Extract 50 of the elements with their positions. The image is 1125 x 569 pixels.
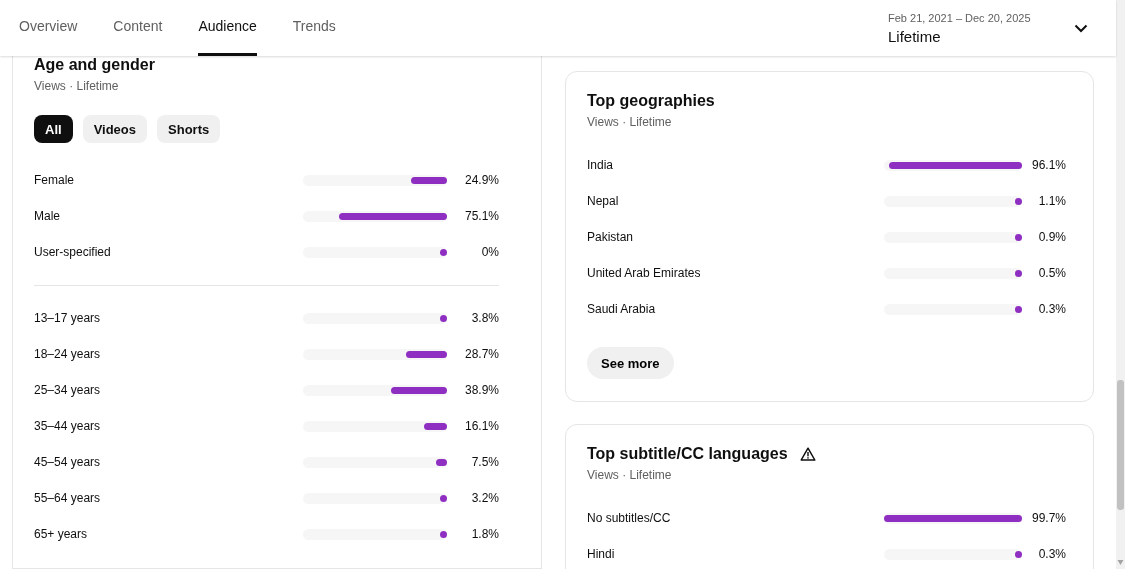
row-label: 35–44 years [34,419,102,433]
row-label: United Arab Emirates [587,266,702,280]
percentage-value: 7.5% [470,455,499,469]
row-label: Male [34,209,61,223]
percentage-value: 3.8% [470,311,499,325]
row-label: Pakistan [587,230,635,244]
percentage-value: 0.3% [1037,547,1066,561]
card-title: Top geographies [587,92,715,110]
filter-chip[interactable]: Videos [82,115,147,143]
filter-chip[interactable]: All [34,115,73,143]
card-subtitle: Views · Lifetime [34,79,120,93]
row-label: India [587,158,615,172]
nav-tab[interactable]: Content [113,0,163,56]
percentage-value: 96.1% [1030,158,1066,172]
percentage-value: 24.9% [463,173,499,187]
card-title: Age and gender [34,56,155,74]
row-label: 18–24 years [34,347,102,361]
nav-tab[interactable]: Overview [19,0,78,56]
chevron-down-icon [1074,23,1088,33]
percentage-value: 1.8% [470,527,499,541]
row-label: 45–54 years [34,455,102,469]
nav-tab[interactable]: Trends [292,0,336,56]
percentage-value: 0.9% [1037,230,1066,244]
row-label: No subtitles/CC [587,511,672,525]
percentage-value: 75.1% [463,209,499,223]
row-label: 65+ years [34,527,89,541]
percentage-value: 0.5% [1037,266,1066,280]
row-label: Hindi [587,547,616,561]
percentage-value: 0% [480,245,499,259]
percentage-value: 3.2% [470,491,499,505]
percentage-value: 0.3% [1037,302,1066,316]
row-label: User-specified [34,245,112,259]
percentage-value: 99.7% [1030,511,1066,525]
date-range-dropdown[interactable]: Feb 21, 2021 – Dec 20, 2025 Lifetime [888,0,1116,56]
row-label: 25–34 years [34,383,102,397]
card-title: Top subtitle/CC languages [587,445,788,463]
card-subtitle: Views · Lifetime [587,115,673,129]
filter-chip[interactable]: Shorts [157,115,221,143]
percentage-value: 16.1% [463,419,499,433]
warning-icon [799,447,816,461]
see-more-button[interactable]: See more [587,347,674,379]
percentage-value: 38.9% [463,383,499,397]
percentage-value: 28.7% [463,347,499,361]
row-label: Nepal [587,194,620,208]
row-label: Saudi Arabia [587,302,657,316]
row-label: Female [34,173,75,187]
row-label: 55–64 years [34,491,102,505]
row-label: 13–17 years [34,311,102,325]
percentage-value: 1.1% [1037,194,1066,208]
card-subtitle: Views · Lifetime [587,468,673,482]
